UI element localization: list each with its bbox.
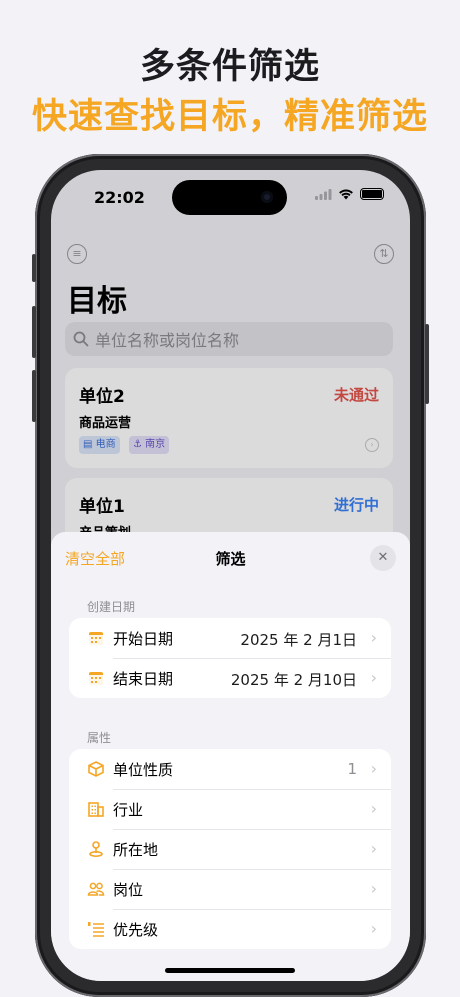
status-icons [315,188,384,200]
row-label: 所在地 [113,840,159,859]
menu-icon[interactable]: ≡ [67,244,87,264]
status-time: 22:02 [94,188,145,207]
calendar-icon [89,672,103,685]
promo-headline: 多条件筛选 [139,47,320,87]
card-status: 进行中 [333,496,379,514]
filter-sheet: 清空全部 筛选 ✕ 创建日期 开始日期 2025 年 2 月1日 › 结束日期 … [51,532,410,981]
phone-frame: 22:02 ≡ ⇅ 目标 单位名称或岗位名称 单位2 未通过 商品运营 ▤ 电商… [32,154,429,997]
section-label-date: 创建日期 [87,600,136,614]
location-row[interactable]: 所在地 › [69,829,391,869]
list-priority-icon [88,922,104,937]
camera-icon [261,191,273,203]
sort-icon[interactable]: ⇅ [374,244,394,264]
xmark-icon: ✕ [377,550,389,565]
screen: 22:02 ≡ ⇅ 目标 单位名称或岗位名称 单位2 未通过 商品运营 ▤ 电商… [51,170,410,981]
industry-row[interactable]: 行业 › [69,789,391,829]
search-input[interactable]: 单位名称或岗位名称 [65,322,393,356]
chevron-right-icon: › [370,879,377,898]
building-icon [88,802,104,817]
chevron-right-icon: › [370,628,377,647]
status-bar: 22:02 [51,170,410,220]
chevron-right-icon: › [370,668,377,687]
power-button [425,324,429,404]
search-placeholder: 单位名称或岗位名称 [95,331,240,350]
row-value: 2025 年 2 月1日 [240,631,357,649]
location-tag: ⚓ 南京 [129,436,170,454]
wifi-icon [339,189,353,200]
chevron-right-icon: › [370,759,377,778]
action-button [32,254,36,282]
row-label: 行业 [113,800,144,819]
row-label: 优先级 [113,920,159,939]
close-button[interactable]: ✕ [370,545,396,571]
volume-down-button [32,370,36,422]
page-title: 目标 [67,284,127,319]
priority-row[interactable]: 优先级 › [69,909,391,949]
search-icon [73,331,89,347]
promo-subline: 快速查找目标，精准筛选 [31,97,428,137]
row-value: 2025 年 2 月10日 [230,671,357,689]
row-label: 结束日期 [113,669,174,688]
row-value: 1 [347,760,357,778]
date-group: 开始日期 2025 年 2 月1日 › 结束日期 2025 年 2 月10日 › [69,618,391,698]
card-unit-name: 单位2 [79,387,125,407]
sheet-title: 筛选 [215,550,246,568]
row-label: 岗位 [113,880,144,899]
industry-tag: ▤ 电商 [79,436,120,454]
calendar-icon [89,632,103,645]
row-label: 单位性质 [113,760,174,779]
volume-up-button [32,306,36,358]
battery-icon [360,188,384,200]
section-label-attributes: 属性 [87,731,112,745]
target-card[interactable]: 单位2 未通过 商品运营 ▤ 电商 ⚓ 南京 › [65,368,393,468]
card-unit-name: 单位1 [79,497,125,517]
cellular-icon [315,188,332,200]
dynamic-island [172,180,287,215]
location-pin-icon [89,841,103,858]
people-icon [87,882,105,896]
start-date-row[interactable]: 开始日期 2025 年 2 月1日 › [69,618,391,658]
row-label: 开始日期 [113,629,174,648]
end-date-row[interactable]: 结束日期 2025 年 2 月10日 › [69,658,391,698]
chevron-right-icon: › [370,839,377,858]
chevron-right-icon: › [370,799,377,818]
chevron-right-icon: › [370,919,377,938]
unit-nature-row[interactable]: 单位性质 1 › [69,749,391,789]
card-status: 未通过 [333,386,379,404]
card-job-title: 商品运营 [79,416,132,431]
cube-icon [88,761,104,777]
chevron-right-icon: › [365,438,379,452]
position-row[interactable]: 岗位 › [69,869,391,909]
attribute-group: 单位性质 1 › 行业 › 所在地 › 岗位 › 优先级 › [69,749,391,949]
home-indicator[interactable] [165,968,295,973]
